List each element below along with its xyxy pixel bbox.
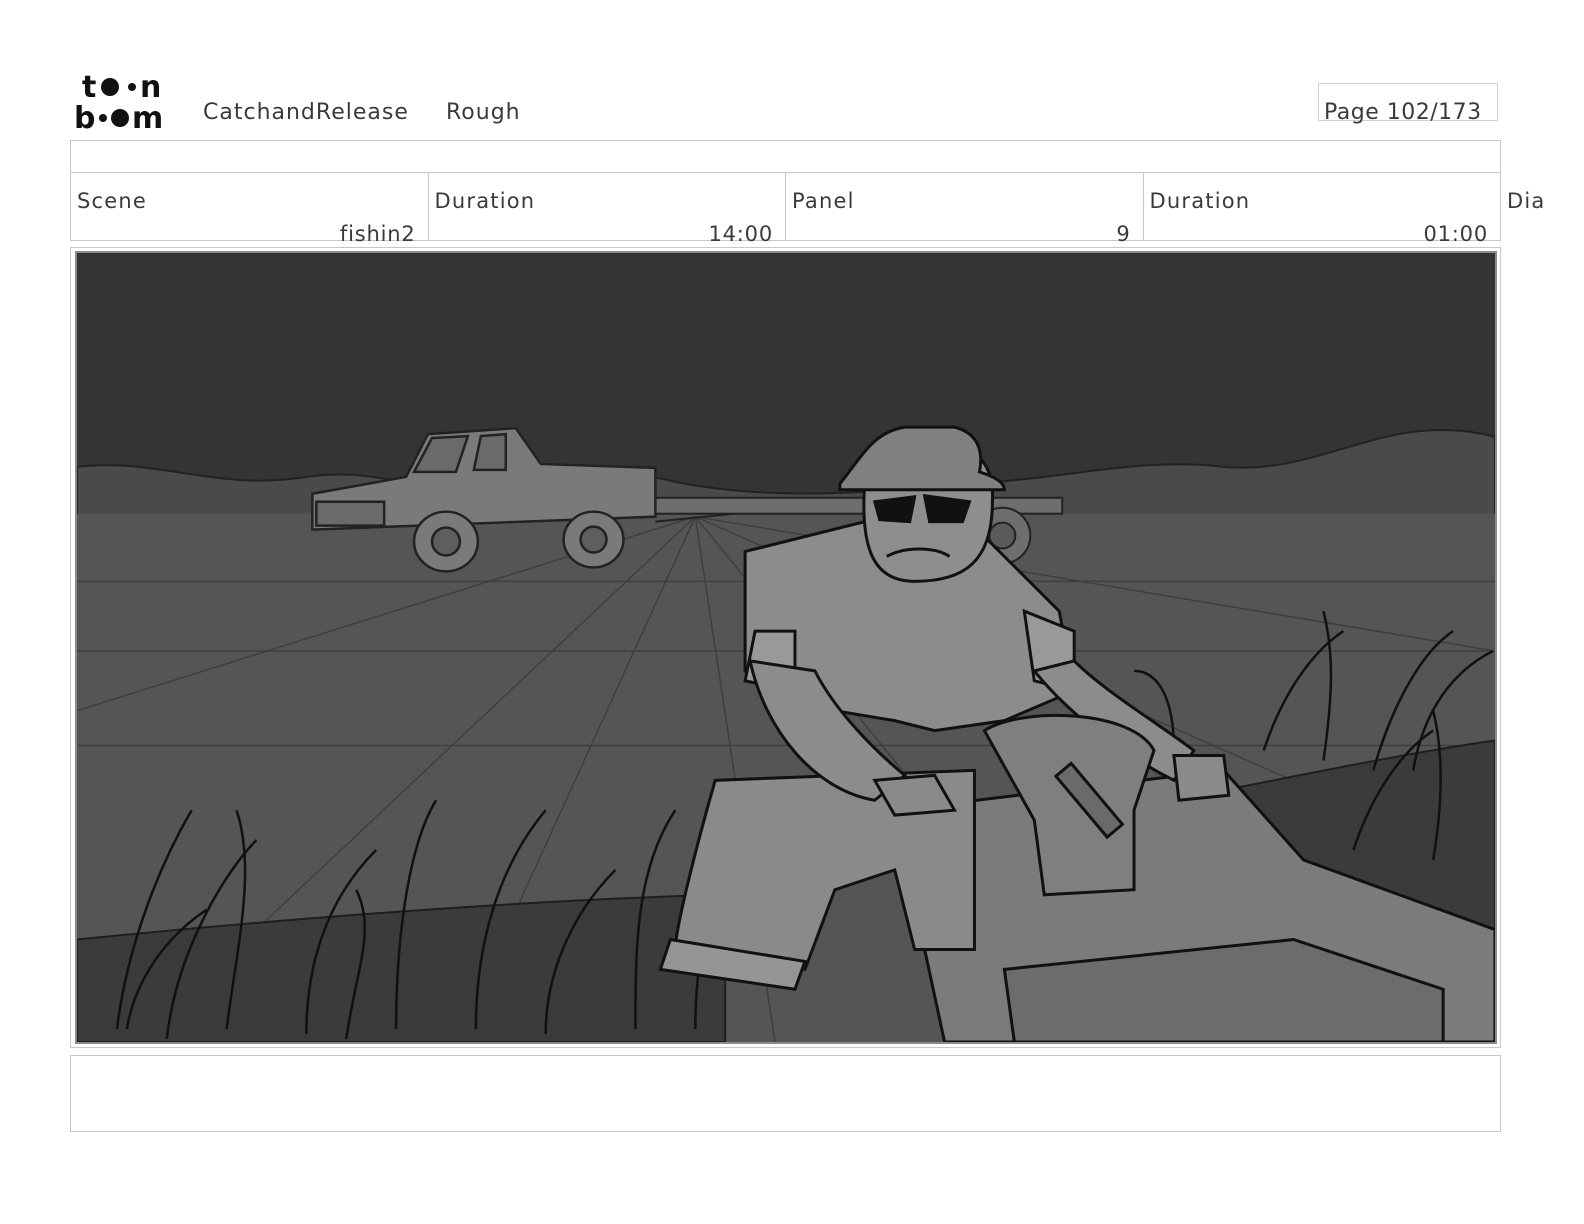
svg-text:b: b (74, 101, 95, 132)
scene-value: fishin2 (339, 222, 416, 246)
toon-boom-logo: t n b m (74, 70, 182, 132)
storyboard-panel-image (75, 251, 1497, 1044)
notes-row (70, 1055, 1501, 1132)
svg-text:t: t (82, 70, 96, 105)
toon-boom-logo-icon: t n b m (74, 70, 163, 132)
panel-cell: Panel 9 (786, 173, 1144, 246)
scene-cell: Scene fishin2 (71, 173, 429, 246)
svg-text:n: n (140, 70, 161, 105)
header-blank-row (70, 140, 1501, 173)
storyboard-drawing (77, 253, 1495, 1042)
project-name: CatchandRelease (203, 100, 409, 125)
info-row: Scene fishin2 Duration 14:00 Panel 9 Dur… (70, 173, 1501, 246)
dialog-label: Dia (1507, 189, 1546, 213)
scene-duration-label: Duration (434, 189, 536, 213)
panel-duration-value: 01:00 (1423, 222, 1488, 246)
scene-label: Scene (77, 189, 148, 213)
panel-duration-cell: Duration 01:00 (1144, 173, 1501, 246)
panel-label: Panel (792, 189, 855, 213)
scene-duration-value: 14:00 (708, 222, 773, 246)
scene-duration-cell: Duration 14:00 (429, 173, 786, 246)
page-number: Page 102/173 (1324, 100, 1482, 125)
svg-text:m: m (132, 101, 163, 132)
panel-duration-label: Duration (1149, 189, 1251, 213)
panel-value: 9 (1116, 222, 1131, 246)
board-type: Rough (446, 100, 521, 125)
